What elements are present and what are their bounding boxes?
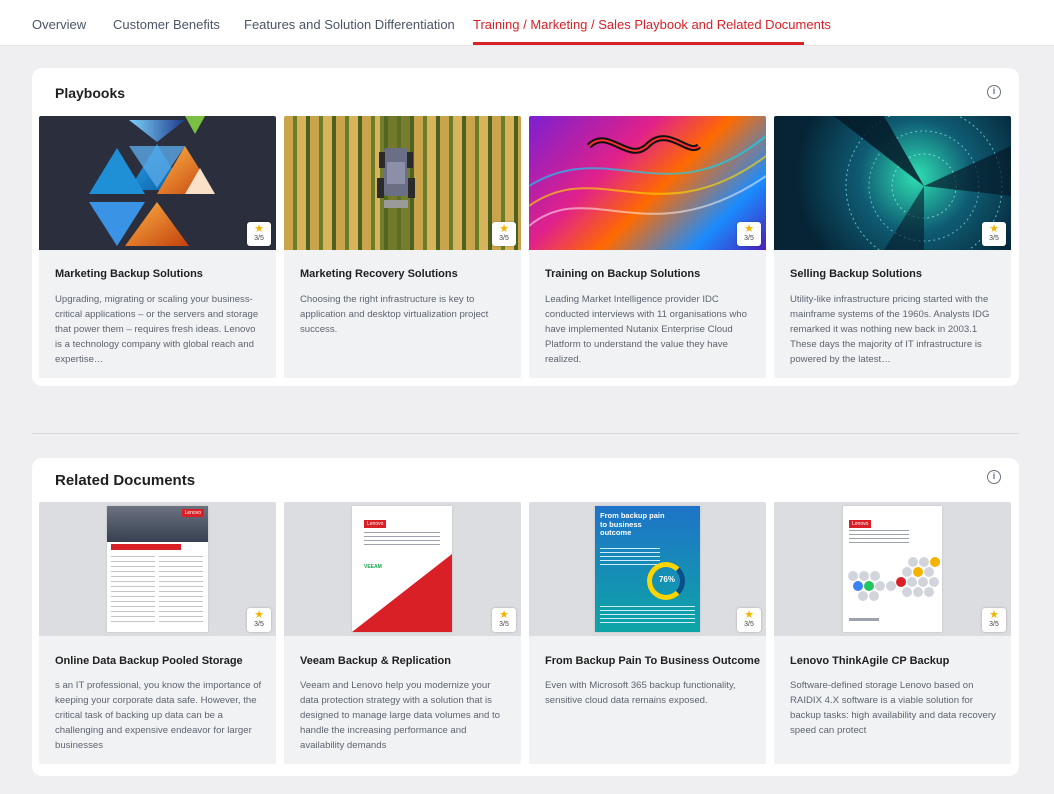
card-thumbnail: Lenovo bbox=[39, 502, 276, 636]
tab-features[interactable]: Features and Solution Differentiation bbox=[244, 17, 455, 32]
tab-customer-benefits[interactable]: Customer Benefits bbox=[113, 17, 220, 32]
tractor-field-artwork bbox=[377, 116, 415, 250]
card-thumbnail: Lenovo bbox=[774, 502, 1011, 636]
card-title: Marketing Recovery Solutions bbox=[300, 268, 458, 280]
card-thumbnail bbox=[39, 116, 276, 250]
card-thumbnail: Lenovo VEEAM bbox=[284, 502, 521, 636]
top-tab-bar: Overview Customer Benefits Features and … bbox=[0, 0, 1054, 46]
playbook-card-training-backup[interactable]: ★ 3/5 Training on Backup Solutions Leadi… bbox=[529, 116, 766, 378]
document-card-backup-pain[interactable]: From backup pain to business outcome 76%… bbox=[529, 502, 766, 764]
rating-badge: ★ 3/5 bbox=[982, 608, 1006, 632]
card-title: Lenovo ThinkAgile CP Backup bbox=[790, 655, 950, 667]
rating-badge: ★ 3/5 bbox=[492, 608, 516, 632]
document-card-online-backup[interactable]: Lenovo ★ 3/5 Online Data Backup Pooled S… bbox=[39, 502, 276, 764]
playbooks-panel: Playbooks i ★ 3/5 Marketing Backup Solut… bbox=[32, 68, 1019, 386]
related-documents-panel: Related Documents i Lenovo ★ 3/5 Online … bbox=[32, 458, 1019, 776]
star-icon: ★ bbox=[499, 609, 509, 621]
data-sphere-artwork bbox=[834, 116, 1011, 250]
card-description: Software-defined storage Lenovo based on… bbox=[790, 680, 996, 736]
playbook-card-selling-backup[interactable]: ★ 3/5 Selling Backup Solutions Utility-l… bbox=[774, 116, 1011, 378]
star-icon: ★ bbox=[989, 609, 999, 621]
card-description: Upgrading, migrating or scaling your bus… bbox=[55, 294, 259, 365]
card-title: Veeam Backup & Replication bbox=[300, 655, 451, 667]
active-tab-indicator bbox=[473, 42, 804, 45]
light-waves-artwork bbox=[529, 135, 766, 227]
info-icon[interactable]: i bbox=[987, 85, 1001, 99]
tab-training-playbook-documents[interactable]: Training / Marketing / Sales Playbook an… bbox=[473, 17, 831, 32]
tab-overview[interactable]: Overview bbox=[32, 17, 86, 32]
card-description: Utility-like infrastructure pricing star… bbox=[790, 294, 990, 365]
playbooks-title: Playbooks bbox=[55, 85, 126, 101]
info-icon[interactable]: i bbox=[987, 470, 1001, 484]
card-title: Online Data Backup Pooled Storage bbox=[55, 655, 243, 667]
star-icon: ★ bbox=[989, 223, 999, 235]
document-card-veeam[interactable]: Lenovo VEEAM ★ 3/5 Veeam Backup & Replic… bbox=[284, 502, 521, 764]
document-preview: Lenovo bbox=[843, 506, 942, 632]
rating-badge: ★ 3/5 bbox=[247, 608, 271, 632]
rating-badge: ★ 3/5 bbox=[492, 222, 516, 246]
card-thumbnail bbox=[774, 116, 1011, 250]
star-icon: ★ bbox=[499, 223, 509, 235]
star-icon: ★ bbox=[254, 223, 264, 235]
star-icon: ★ bbox=[744, 609, 754, 621]
rating-badge: ★ 3/5 bbox=[247, 222, 271, 246]
card-description: s an IT professional, you know the impor… bbox=[55, 680, 262, 751]
card-thumbnail: From backup pain to business outcome 76% bbox=[529, 502, 766, 636]
related-documents-title: Related Documents bbox=[55, 472, 196, 489]
rating-badge: ★ 3/5 bbox=[737, 608, 761, 632]
triangles-artwork bbox=[89, 116, 215, 246]
card-description: Choosing the right infrastructure is key… bbox=[300, 294, 489, 335]
card-title: From Backup Pain To Business Outcome bbox=[545, 655, 760, 667]
document-card-thinkagile[interactable]: Lenovo ★ 3/5 Lenovo ThinkAgile CP Backup… bbox=[774, 502, 1011, 764]
card-title: Marketing Backup Solutions bbox=[55, 268, 203, 280]
card-description: Even with Microsoft 365 backup functiona… bbox=[545, 680, 736, 706]
card-description: Leading Market Intelligence provider IDC… bbox=[545, 294, 747, 365]
card-description: Veeam and Lenovo help you modernize your… bbox=[300, 680, 501, 751]
rating-badge: ★ 3/5 bbox=[982, 222, 1006, 246]
star-icon: ★ bbox=[254, 609, 264, 621]
card-title: Selling Backup Solutions bbox=[790, 268, 923, 280]
rating-badge: ★ 3/5 bbox=[737, 222, 761, 246]
playbook-card-marketing-backup[interactable]: ★ 3/5 Marketing Backup Solutions Upgradi… bbox=[39, 116, 276, 378]
card-thumbnail bbox=[284, 116, 521, 250]
star-icon: ★ bbox=[744, 223, 754, 235]
playbook-card-marketing-recovery[interactable]: ★ 3/5 Marketing Recovery Solutions Choos… bbox=[284, 116, 521, 378]
card-thumbnail bbox=[529, 116, 766, 250]
document-preview: Lenovo VEEAM bbox=[352, 506, 452, 632]
document-preview: Lenovo bbox=[107, 506, 208, 632]
document-preview: From backup pain to business outcome 76% bbox=[595, 506, 700, 632]
card-title: Training on Backup Solutions bbox=[545, 268, 701, 280]
section-divider bbox=[32, 433, 1019, 434]
